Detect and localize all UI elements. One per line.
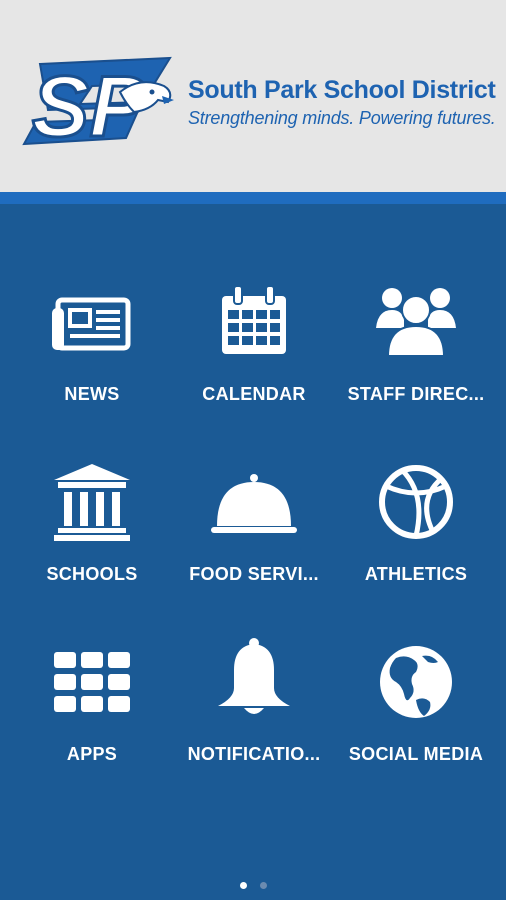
tile-social-media[interactable]: SOCIAL MEDIA xyxy=(332,644,500,804)
page-dot-active[interactable] xyxy=(240,882,247,889)
bell-icon xyxy=(214,638,294,724)
tile-label: CALENDAR xyxy=(202,384,306,404)
launcher-grid: NEWS CALENDAR STAFF DIREC... SCHOOLS FOO… xyxy=(0,204,506,900)
tile-label: SOCIAL MEDIA xyxy=(348,744,484,764)
district-name: South Park School District xyxy=(188,76,496,104)
people-icon xyxy=(376,284,456,364)
building-icon xyxy=(52,464,132,544)
apps-grid-icon xyxy=(52,644,132,724)
tile-notifications[interactable]: NOTIFICATIO... xyxy=(170,638,338,804)
app-header: SP South Park School District Strengthen… xyxy=(0,0,506,192)
tile-staff-directory[interactable]: STAFF DIREC... xyxy=(332,284,500,444)
tile-label: ATHLETICS xyxy=(364,564,468,584)
cloche-icon xyxy=(211,464,297,544)
tile-athletics[interactable]: ATHLETICS xyxy=(332,464,500,624)
tile-calendar[interactable]: CALENDAR xyxy=(170,284,338,444)
calendar-icon xyxy=(214,284,294,364)
tile-food-services[interactable]: FOOD SERVI... xyxy=(170,464,338,624)
district-tagline: Strengthening minds. Powering futures. xyxy=(188,108,496,128)
page-indicator xyxy=(240,882,270,890)
tile-label: STAFF DIREC... xyxy=(347,384,485,404)
sp-eagle-logo-icon: SP xyxy=(22,52,182,157)
tile-apps[interactable]: APPS xyxy=(8,644,176,804)
newspaper-icon xyxy=(52,284,132,364)
basketball-icon xyxy=(376,464,456,544)
tile-news[interactable]: NEWS xyxy=(8,284,176,444)
page-dot-inactive[interactable] xyxy=(260,882,267,889)
tile-label: NEWS xyxy=(64,384,120,404)
tile-schools[interactable]: SCHOOLS xyxy=(8,464,176,624)
tile-label: FOOD SERVI... xyxy=(189,564,319,584)
globe-icon xyxy=(376,644,456,724)
tile-label: SCHOOLS xyxy=(46,564,138,584)
tile-label: NOTIFICATIO... xyxy=(187,744,321,764)
tile-label: APPS xyxy=(66,744,118,764)
brand-divider xyxy=(0,192,506,204)
